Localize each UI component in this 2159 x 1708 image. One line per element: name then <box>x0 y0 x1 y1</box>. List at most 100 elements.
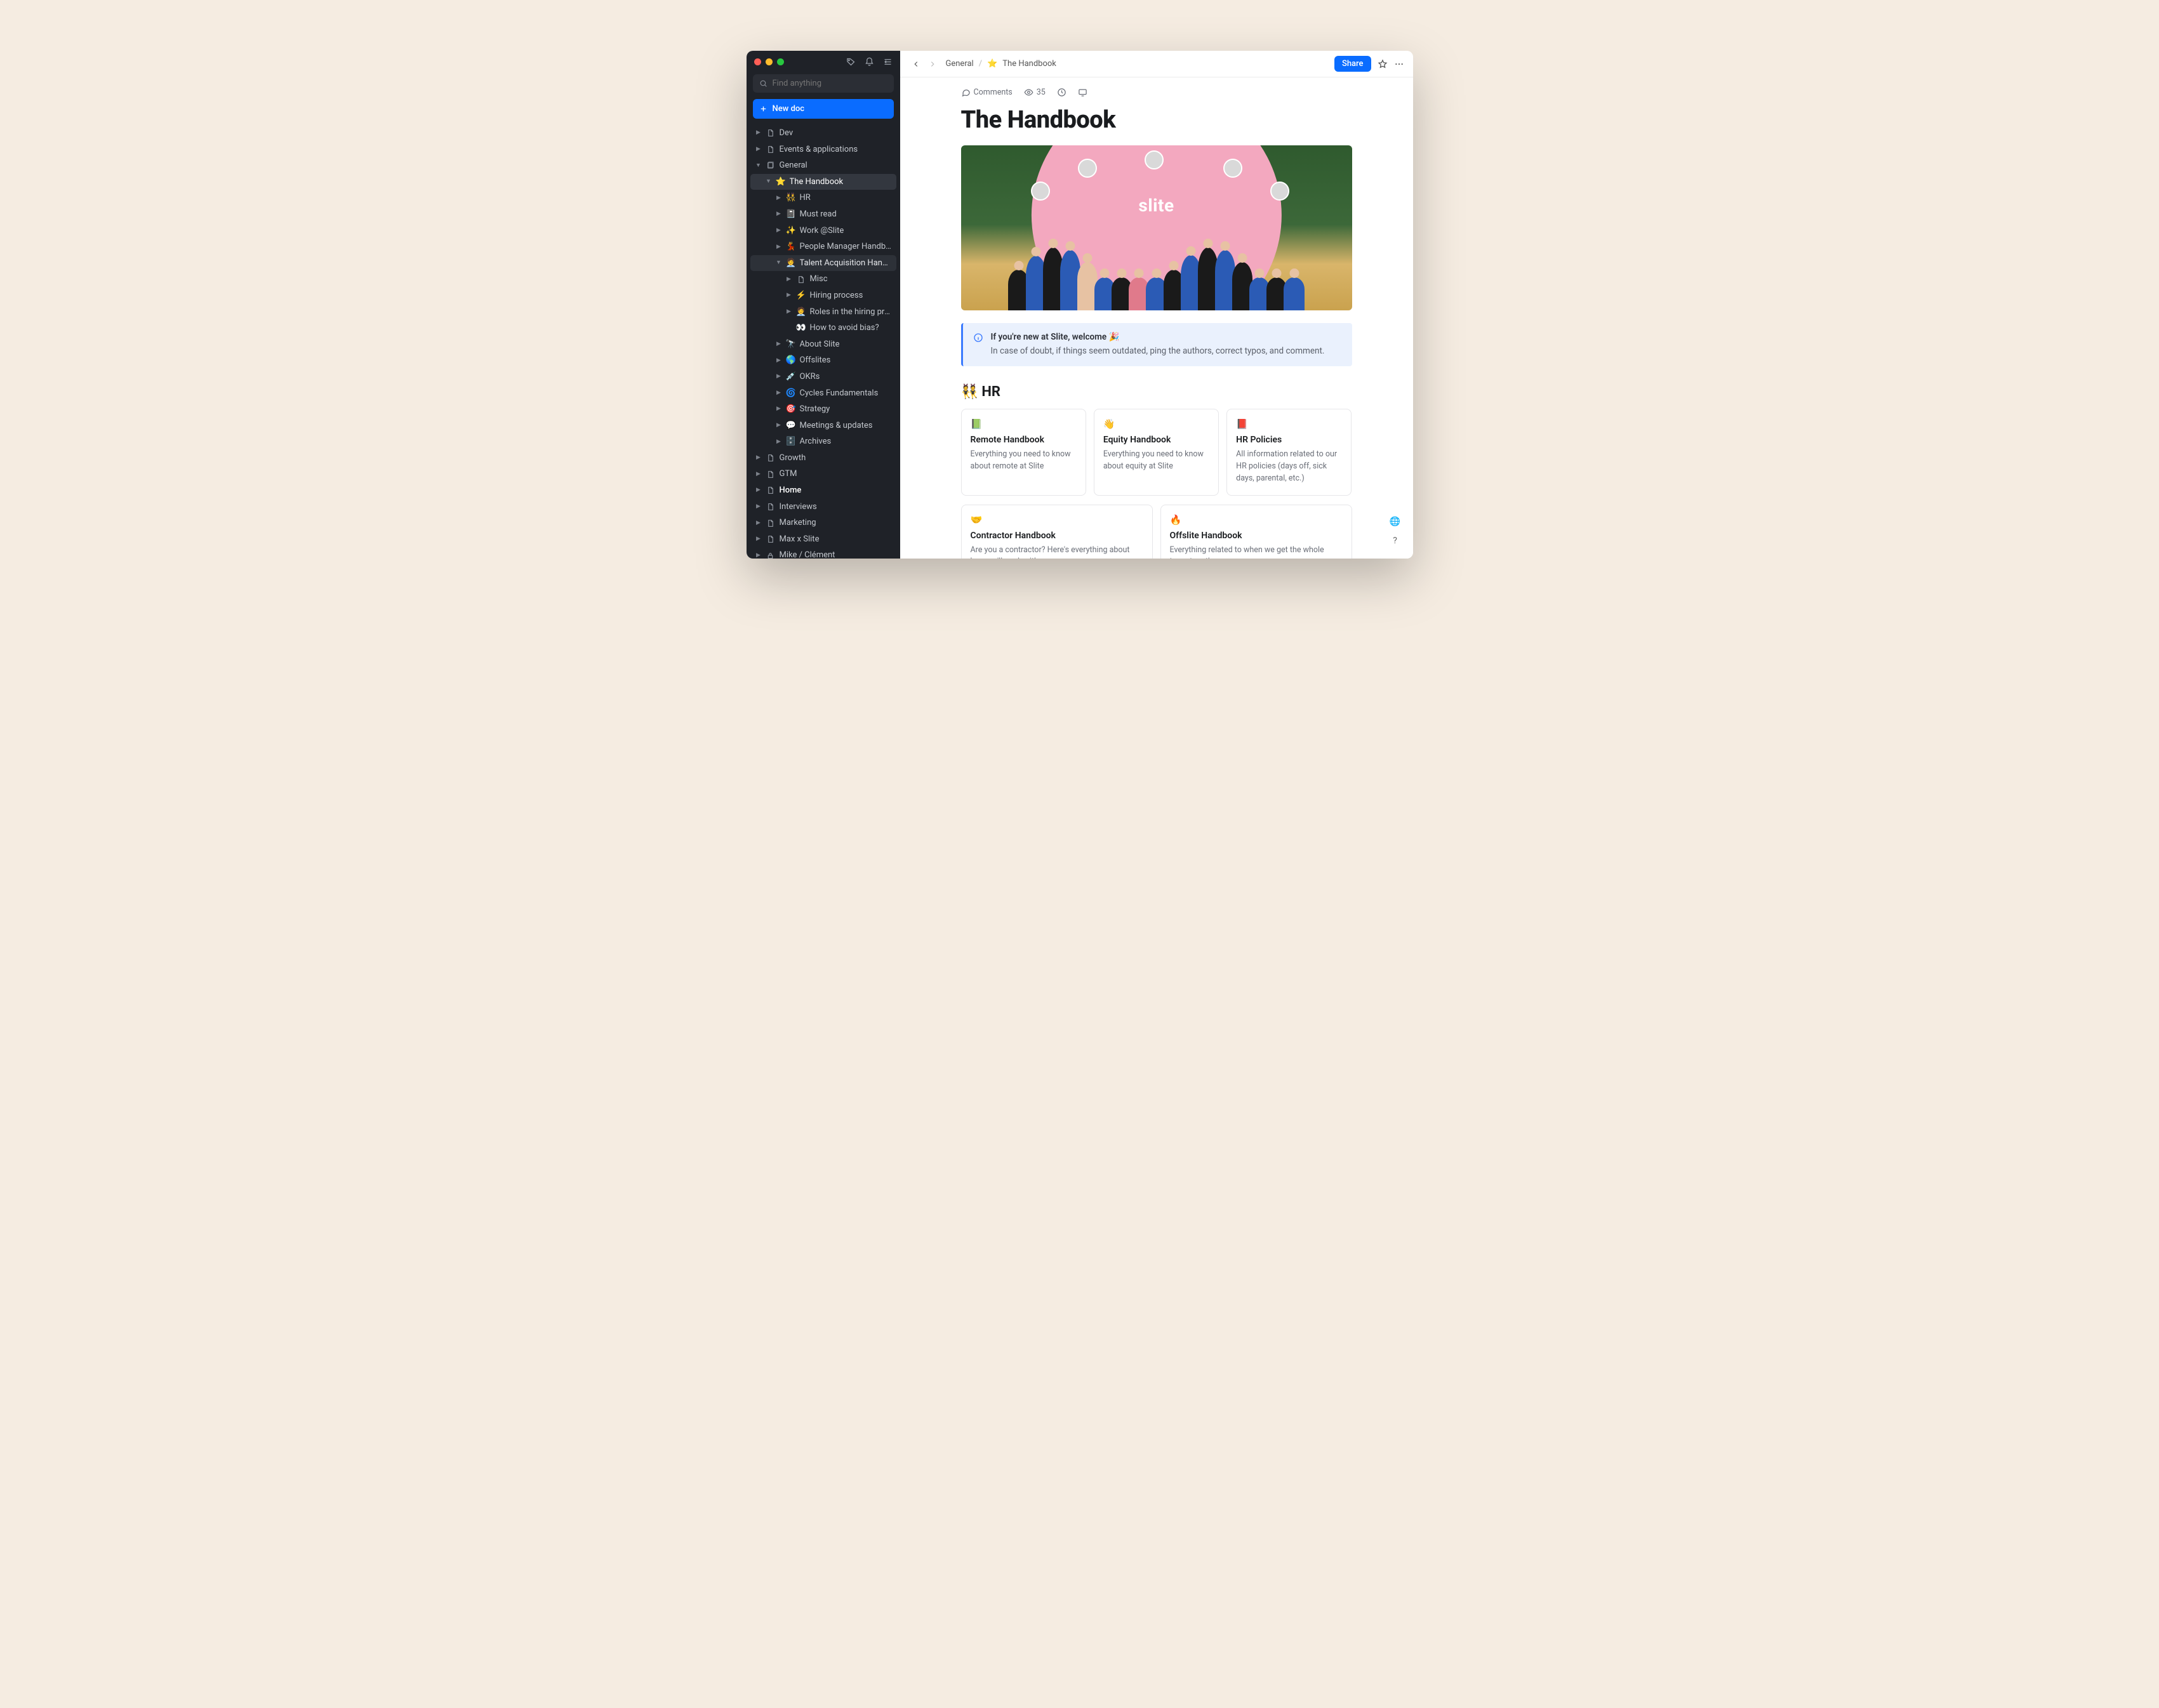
sidebar-item[interactable]: ▶Events & applications <box>750 142 896 158</box>
chevron-icon[interactable]: ▶ <box>755 520 762 527</box>
chevron-icon[interactable]: ▼ <box>776 260 782 267</box>
chevron-icon[interactable]: ▶ <box>776 357 782 364</box>
new-doc-button[interactable]: New doc <box>753 99 894 119</box>
breadcrumb-parent[interactable]: General <box>946 59 974 69</box>
comment-icon <box>961 88 971 97</box>
card[interactable]: 📕 HR Policies All information related to… <box>1226 409 1352 495</box>
collapse-sidebar-icon[interactable] <box>883 57 893 67</box>
page-icon <box>766 486 776 494</box>
card-title: Remote Handbook <box>971 435 1077 445</box>
sidebar-item[interactable]: ▶Interviews <box>750 499 896 515</box>
chevron-icon[interactable]: ▶ <box>786 308 792 315</box>
chevron-icon[interactable]: ▼ <box>755 162 762 169</box>
item-emoji: 👀 <box>796 323 806 333</box>
sidebar-item[interactable]: ▶✨Work @Slite <box>750 223 896 239</box>
chevron-icon[interactable]: ▶ <box>776 227 782 234</box>
sidebar-item[interactable]: ▶📓Must read <box>750 206 896 223</box>
sidebar-item[interactable]: ▶⚡Hiring process <box>750 288 896 304</box>
item-emoji: 👯 <box>786 193 796 203</box>
card-title: HR Policies <box>1236 435 1342 445</box>
item-emoji: 💉 <box>786 372 796 382</box>
maximize-window-icon[interactable] <box>777 58 784 65</box>
chevron-icon[interactable]: ▶ <box>755 503 762 510</box>
chevron-icon[interactable]: ▶ <box>776 422 782 429</box>
chevron-icon[interactable]: ▶ <box>776 373 782 380</box>
history-icon[interactable] <box>1057 88 1066 97</box>
hero-logo-text: slite <box>1138 195 1174 216</box>
callout-body: If you're new at Slite, welcome 🎉 In cas… <box>991 332 1325 357</box>
avatar <box>1145 150 1164 169</box>
chevron-icon[interactable]: ▶ <box>776 406 782 413</box>
main-area: General / ⭐ The Handbook Share Comments <box>900 51 1413 559</box>
breadcrumb-current[interactable]: The Handbook <box>1002 59 1056 69</box>
sidebar-item[interactable]: ▼General <box>750 157 896 174</box>
traffic-lights[interactable] <box>754 58 784 65</box>
sidebar-item[interactable]: ▶🌎Offslites <box>750 352 896 369</box>
card[interactable]: 🤝 Contractor Handbook Are you a contract… <box>961 505 1153 559</box>
chevron-icon[interactable]: ▶ <box>776 390 782 397</box>
present-icon[interactable] <box>1078 88 1087 97</box>
close-window-icon[interactable] <box>754 58 761 65</box>
card[interactable]: 👋 Equity Handbook Everything you need to… <box>1094 409 1219 495</box>
sidebar-item[interactable]: ▶💬Meetings & updates <box>750 418 896 434</box>
card-desc: Everything you need to know about remote… <box>971 449 1077 473</box>
help-icon[interactable]: ? <box>1389 534 1402 547</box>
chevron-icon[interactable]: ▶ <box>776 211 782 218</box>
more-icon[interactable] <box>1394 59 1404 69</box>
chevron-icon[interactable]: ▶ <box>755 536 762 543</box>
sidebar-item[interactable]: ▼🧑‍💼Talent Acquisition Handbook <box>750 255 896 272</box>
chevron-icon[interactable]: ▶ <box>755 487 762 494</box>
comments-button[interactable]: Comments <box>961 88 1013 97</box>
sidebar-item[interactable]: ▶🗄️Archives <box>750 434 896 450</box>
chevron-icon[interactable]: ▶ <box>776 439 782 446</box>
sidebar-item-label: Talent Acquisition Handbook <box>800 258 893 268</box>
item-emoji: 🗄️ <box>786 437 796 447</box>
sidebar-item[interactable]: ▶Mike / Clément <box>750 547 896 559</box>
sidebar-item-label: Strategy <box>800 404 893 414</box>
card[interactable]: 🔥 Offslite Handbook Everything related t… <box>1160 505 1352 559</box>
chevron-icon[interactable]: ▶ <box>776 244 782 251</box>
chevron-icon[interactable]: ▼ <box>766 178 772 185</box>
chevron-icon[interactable]: ▶ <box>786 276 792 283</box>
sidebar-item[interactable]: ▶👯HR <box>750 190 896 206</box>
chevron-icon[interactable]: ▶ <box>776 341 782 348</box>
back-button[interactable] <box>909 57 923 71</box>
chevron-icon[interactable]: ▶ <box>755 146 762 153</box>
sidebar-item[interactable]: ▶💃People Manager Handbook <box>750 239 896 255</box>
sidebar-item[interactable]: ▶Marketing <box>750 515 896 531</box>
sidebar-item[interactable]: ▶Max x Slite <box>750 531 896 548</box>
sidebar-item[interactable]: ▶💉OKRs <box>750 369 896 385</box>
tag-icon[interactable] <box>846 57 856 67</box>
sidebar-item[interactable]: 👀How to avoid bias? <box>750 320 896 336</box>
sidebar-item[interactable]: ▶🎯Strategy <box>750 401 896 418</box>
chevron-icon[interactable]: ▶ <box>755 552 762 559</box>
star-icon[interactable] <box>1378 59 1388 69</box>
search-input[interactable] <box>753 74 894 93</box>
views-counter[interactable]: 35 <box>1024 88 1046 97</box>
info-icon <box>973 333 983 357</box>
search-field[interactable] <box>773 79 887 88</box>
sidebar-item[interactable]: ▶🧑‍💼Roles in the hiring process <box>750 304 896 321</box>
sidebar-item[interactable]: ▶GTM <box>750 466 896 482</box>
sidebar-item[interactable]: ▼⭐The Handbook <box>750 174 896 190</box>
chevron-icon[interactable]: ▶ <box>755 471 762 478</box>
chevron-icon[interactable]: ▶ <box>786 292 792 299</box>
item-emoji: ⭐ <box>776 177 786 187</box>
search-icon <box>759 79 767 88</box>
minimize-window-icon[interactable] <box>766 58 773 65</box>
sidebar-item[interactable]: ▶Home <box>750 482 896 499</box>
chevron-icon[interactable]: ▶ <box>755 454 762 461</box>
bell-icon[interactable] <box>865 57 874 67</box>
chevron-icon[interactable]: ▶ <box>776 195 782 202</box>
chevron-icon[interactable]: ▶ <box>755 129 762 136</box>
toolbar: General / ⭐ The Handbook Share <box>900 51 1413 77</box>
sidebar-item[interactable]: ▶Growth <box>750 450 896 467</box>
sidebar-item[interactable]: ▶🔭About Slite <box>750 336 896 353</box>
forward-button[interactable] <box>926 57 940 71</box>
sidebar-item[interactable]: ▶Misc <box>750 271 896 288</box>
share-button[interactable]: Share <box>1334 56 1371 72</box>
sidebar-item[interactable]: ▶Dev <box>750 125 896 142</box>
card[interactable]: 📗 Remote Handbook Everything you need to… <box>961 409 1086 495</box>
globe-icon[interactable]: 🌐 <box>1389 515 1402 528</box>
sidebar-item[interactable]: ▶🌀Cycles Fundamentals <box>750 385 896 402</box>
